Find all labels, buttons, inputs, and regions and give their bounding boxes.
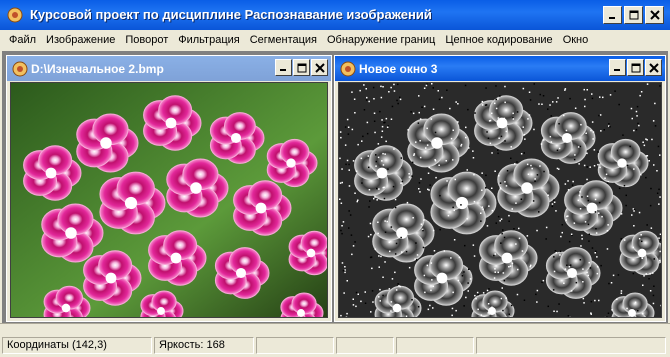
menu-chain-coding[interactable]: Цепное кодирование	[440, 34, 557, 46]
status-panel-empty-4	[476, 337, 666, 354]
status-brightness: Яркость: 168	[154, 337, 254, 354]
document-icon	[12, 61, 28, 77]
child-minimize-button[interactable]	[275, 59, 292, 76]
maximize-icon	[297, 63, 306, 72]
menu-file[interactable]: Файл	[4, 34, 41, 46]
close-icon	[649, 10, 660, 20]
maximize-icon	[629, 10, 638, 20]
child-maximize-button[interactable]	[627, 59, 644, 76]
menu-segmentation[interactable]: Сегментация	[245, 34, 322, 46]
status-panel-empty-3	[396, 337, 474, 354]
minimize-button[interactable]	[603, 6, 622, 24]
child-window-original[interactable]: D:\Изначальное 2.bmp	[6, 55, 332, 322]
child-title-new: Новое окно 3	[359, 62, 438, 76]
minimize-icon	[614, 69, 620, 71]
status-bar: Координаты (142,3) Яркость: 168	[0, 335, 670, 357]
close-icon	[314, 62, 325, 73]
document-icon	[340, 61, 356, 77]
child-title-original: D:\Изначальное 2.bmp	[31, 62, 164, 76]
minimize-icon	[609, 16, 615, 19]
status-coordinates: Координаты (142,3)	[2, 337, 152, 354]
menu-filter[interactable]: Фильтрация	[173, 34, 244, 46]
pink-flowers-picture	[11, 83, 327, 317]
menu-bar: Файл Изображение Поворот Фильтрация Сегм…	[0, 30, 670, 49]
close-icon	[648, 62, 659, 73]
minimize-icon	[280, 69, 286, 71]
child-maximize-button[interactable]	[293, 59, 310, 76]
child-title-bar-original[interactable]: D:\Изначальное 2.bmp	[7, 56, 331, 81]
maximize-icon	[631, 63, 640, 72]
processed-image[interactable]	[338, 82, 662, 318]
menu-window[interactable]: Окно	[558, 34, 594, 46]
close-button[interactable]	[645, 6, 664, 24]
child-close-button[interactable]	[645, 59, 662, 76]
app-title: Курсовой проект по дисциплине Распознава…	[30, 7, 432, 22]
status-panel-empty-1	[256, 337, 334, 354]
grayscale-noisy-picture	[339, 83, 661, 317]
menu-edge-detection[interactable]: Обнаружение границ	[322, 34, 440, 46]
maximize-button[interactable]	[624, 6, 643, 24]
menu-image[interactable]: Изображение	[41, 34, 120, 46]
horizontal-splitter[interactable]	[0, 323, 670, 335]
mdi-client-area: D:\Изначальное 2.bmp Новое окно 3	[2, 51, 668, 323]
menu-rotate[interactable]: Поворот	[120, 34, 173, 46]
child-close-button[interactable]	[311, 59, 328, 76]
original-image[interactable]	[10, 82, 328, 318]
child-window-new[interactable]: Новое окно 3	[334, 55, 666, 322]
status-panel-empty-2	[336, 337, 394, 354]
application-window: Курсовой проект по дисциплине Распознава…	[0, 0, 670, 357]
title-bar[interactable]: Курсовой проект по дисциплине Распознава…	[0, 0, 670, 30]
app-icon	[7, 7, 23, 23]
child-title-bar-new[interactable]: Новое окно 3	[335, 56, 665, 81]
child-minimize-button[interactable]	[609, 59, 626, 76]
